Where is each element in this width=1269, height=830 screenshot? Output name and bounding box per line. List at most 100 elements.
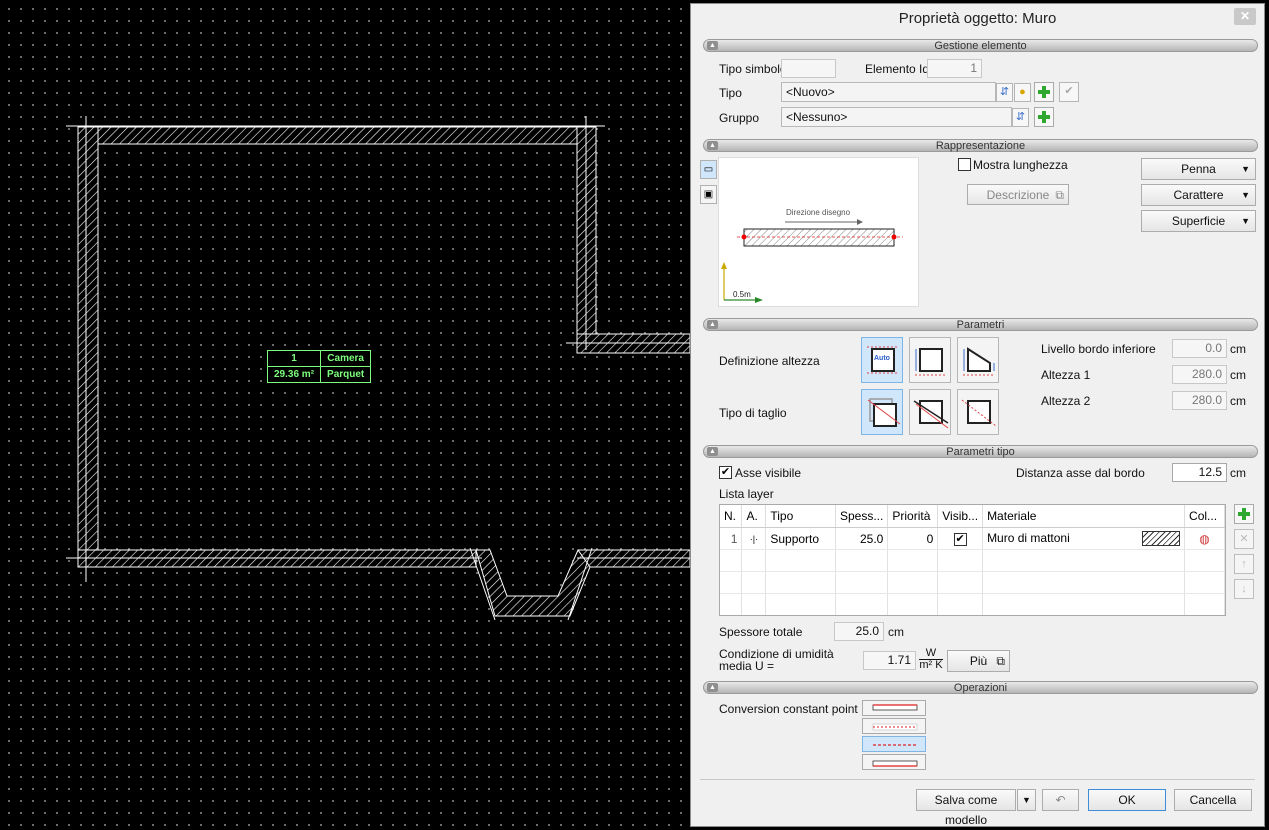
- tipo-simbolo-field: [781, 59, 836, 78]
- cad-drawing-canvas[interactable]: 1 Camera 29.36 m² Parquet: [0, 0, 690, 830]
- cut-type-2-option[interactable]: [909, 389, 951, 435]
- section-operazioni[interactable]: ▲ Operazioni: [703, 681, 1258, 694]
- section-title: Gestione elemento: [934, 40, 1027, 52]
- layer-type[interactable]: Supporto: [765, 527, 836, 550]
- col-header[interactable]: Priorità: [887, 505, 939, 528]
- open-dialog-icon: ⧉: [1055, 188, 1064, 202]
- cancella-button[interactable]: Cancella: [1174, 789, 1252, 811]
- move-down-icon[interactable]: ↓: [1234, 579, 1254, 599]
- carattere-button[interactable]: Carattere ▼: [1141, 184, 1256, 206]
- carattere-label: Carattere: [1173, 188, 1224, 202]
- tipo-di-taglio-label: Tipo di taglio: [719, 406, 787, 420]
- distanza-label: Distanza asse dal bordo: [1016, 466, 1145, 480]
- elemento-id-label: Elemento Id: [865, 62, 930, 76]
- altezza2-unit: cm: [1230, 394, 1246, 408]
- descrizione-button[interactable]: Descrizione ⧉: [967, 184, 1069, 205]
- ok-button[interactable]: OK: [1088, 789, 1166, 811]
- livello-field[interactable]: 0.0: [1172, 339, 1227, 358]
- altezza2-field[interactable]: 280.0: [1172, 391, 1227, 410]
- cut-type-3-option[interactable]: [957, 389, 999, 435]
- section-parametri-tipo[interactable]: ▲ Parametri tipo: [703, 445, 1258, 458]
- open-dialog-icon: ⧉: [996, 654, 1005, 668]
- condizione-umidita-label: Condizione di umidità media U =: [719, 647, 834, 673]
- col-header[interactable]: Visib...: [937, 505, 984, 528]
- height-sloped-option[interactable]: [957, 337, 999, 383]
- col-header[interactable]: N.: [720, 505, 743, 528]
- asse-visibile-label: Asse visibile: [735, 466, 802, 480]
- tipo-label: Tipo: [719, 86, 742, 100]
- definizione-altezza-label: Definizione altezza: [719, 354, 820, 368]
- gruppo-add-button[interactable]: [1034, 107, 1054, 127]
- layer-color-icon[interactable]: ◍: [1184, 527, 1225, 550]
- constant-point-top-option[interactable]: [862, 700, 926, 716]
- cut-type-1-option[interactable]: [861, 389, 903, 435]
- tipo-browse-icon[interactable]: ⇵: [996, 83, 1013, 102]
- tipo-bulb-icon[interactable]: ●: [1014, 83, 1031, 102]
- piu-button[interactable]: Più ⧉: [947, 650, 1010, 672]
- layer-priority[interactable]: 0: [887, 527, 939, 550]
- altezza1-field[interactable]: 280.0: [1172, 365, 1227, 384]
- gruppo-browse-icon[interactable]: ⇵: [1012, 108, 1029, 127]
- material-hatch-swatch: [1142, 531, 1181, 546]
- view-3d-icon[interactable]: ▣: [700, 185, 717, 204]
- asse-visibile-checkbox[interactable]: ✔: [719, 466, 732, 479]
- tipo-combo[interactable]: <Nuovo>: [781, 82, 996, 102]
- tipo-simbolo-label: Tipo simbolo: [719, 62, 787, 76]
- view-2d-icon[interactable]: ▭: [700, 160, 717, 179]
- mostra-lunghezza-label: Mostra lunghezza: [973, 158, 1068, 172]
- superficie-button[interactable]: Superficie ▼: [1141, 210, 1256, 232]
- close-button[interactable]: ✕: [1234, 8, 1256, 25]
- salva-dropdown-icon[interactable]: ▼: [1017, 789, 1036, 811]
- layer-material[interactable]: Muro di mattoni: [987, 531, 1070, 545]
- table-row: [720, 549, 1225, 572]
- height-fixed-option[interactable]: [909, 337, 951, 383]
- spessore-totale-label: Spessore totale: [719, 625, 803, 639]
- room-floor: Parquet: [320, 366, 372, 383]
- col-header[interactable]: Materiale: [982, 505, 1186, 528]
- layer-table[interactable]: N. A. Tipo Spess... Priorità Visib... Ma…: [719, 504, 1226, 616]
- delete-layer-icon[interactable]: ✕: [1234, 529, 1254, 549]
- penna-button[interactable]: Penna ▼: [1141, 158, 1256, 180]
- preview-scale-text: 0.5m: [733, 290, 751, 299]
- col-header[interactable]: Tipo: [765, 505, 836, 528]
- collapse-icon: ▲: [707, 447, 718, 456]
- room-label[interactable]: 1 Camera 29.36 m² Parquet: [266, 350, 372, 383]
- section-title: Rappresentazione: [935, 140, 1026, 152]
- constant-point-axis-option[interactable]: [862, 736, 926, 752]
- salva-come-modello-button[interactable]: Salva come modello: [916, 789, 1016, 827]
- altezza1-label: Altezza 1: [1041, 368, 1091, 382]
- lista-layer-label: Lista layer: [719, 487, 774, 501]
- axis-icon[interactable]: ·|·: [741, 527, 767, 550]
- tipo-add-button[interactable]: [1034, 82, 1054, 102]
- distanza-field[interactable]: 12.5: [1172, 463, 1227, 482]
- livello-unit: cm: [1230, 342, 1246, 356]
- layer-visible-checkbox[interactable]: ✔: [953, 533, 967, 546]
- col-header[interactable]: Spess...: [835, 505, 889, 528]
- undo-icon[interactable]: ↶: [1042, 789, 1079, 811]
- collapse-icon: ▲: [707, 141, 718, 150]
- tipo-confirm-icon[interactable]: ✔: [1059, 82, 1079, 102]
- constant-point-center-option[interactable]: [862, 718, 926, 734]
- piu-label: Più: [969, 654, 988, 668]
- wall-preview: Direzione disegno 0.5m: [718, 157, 919, 307]
- section-gestione-elemento[interactable]: ▲ Gestione elemento: [703, 39, 1258, 52]
- col-header[interactable]: Col...: [1184, 505, 1225, 528]
- constant-point-bottom-option[interactable]: [862, 754, 926, 770]
- wall-left: [77, 126, 99, 568]
- mostra-lunghezza-checkbox[interactable]: [958, 158, 971, 171]
- layer-thickness[interactable]: 25.0: [835, 527, 889, 550]
- height-auto-option[interactable]: Auto: [861, 337, 903, 383]
- add-layer-button[interactable]: [1234, 504, 1254, 524]
- gruppo-combo[interactable]: <Nessuno>: [781, 107, 1012, 127]
- move-up-icon[interactable]: ↑: [1234, 554, 1254, 574]
- table-row[interactable]: 1 ·|· Supporto 25.0 0 ✔ Muro di mattoni …: [720, 527, 1225, 550]
- u-value-field: 1.71: [863, 651, 916, 670]
- section-title: Parametri: [956, 319, 1005, 331]
- section-rappresentazione[interactable]: ▲ Rappresentazione: [703, 139, 1258, 152]
- wall-top: [77, 126, 597, 145]
- footer-divider: [700, 779, 1255, 780]
- col-header[interactable]: A.: [741, 505, 767, 528]
- section-parametri[interactable]: ▲ Parametri: [703, 318, 1258, 331]
- room-name: Camera: [320, 350, 372, 367]
- gruppo-label: Gruppo: [719, 111, 760, 125]
